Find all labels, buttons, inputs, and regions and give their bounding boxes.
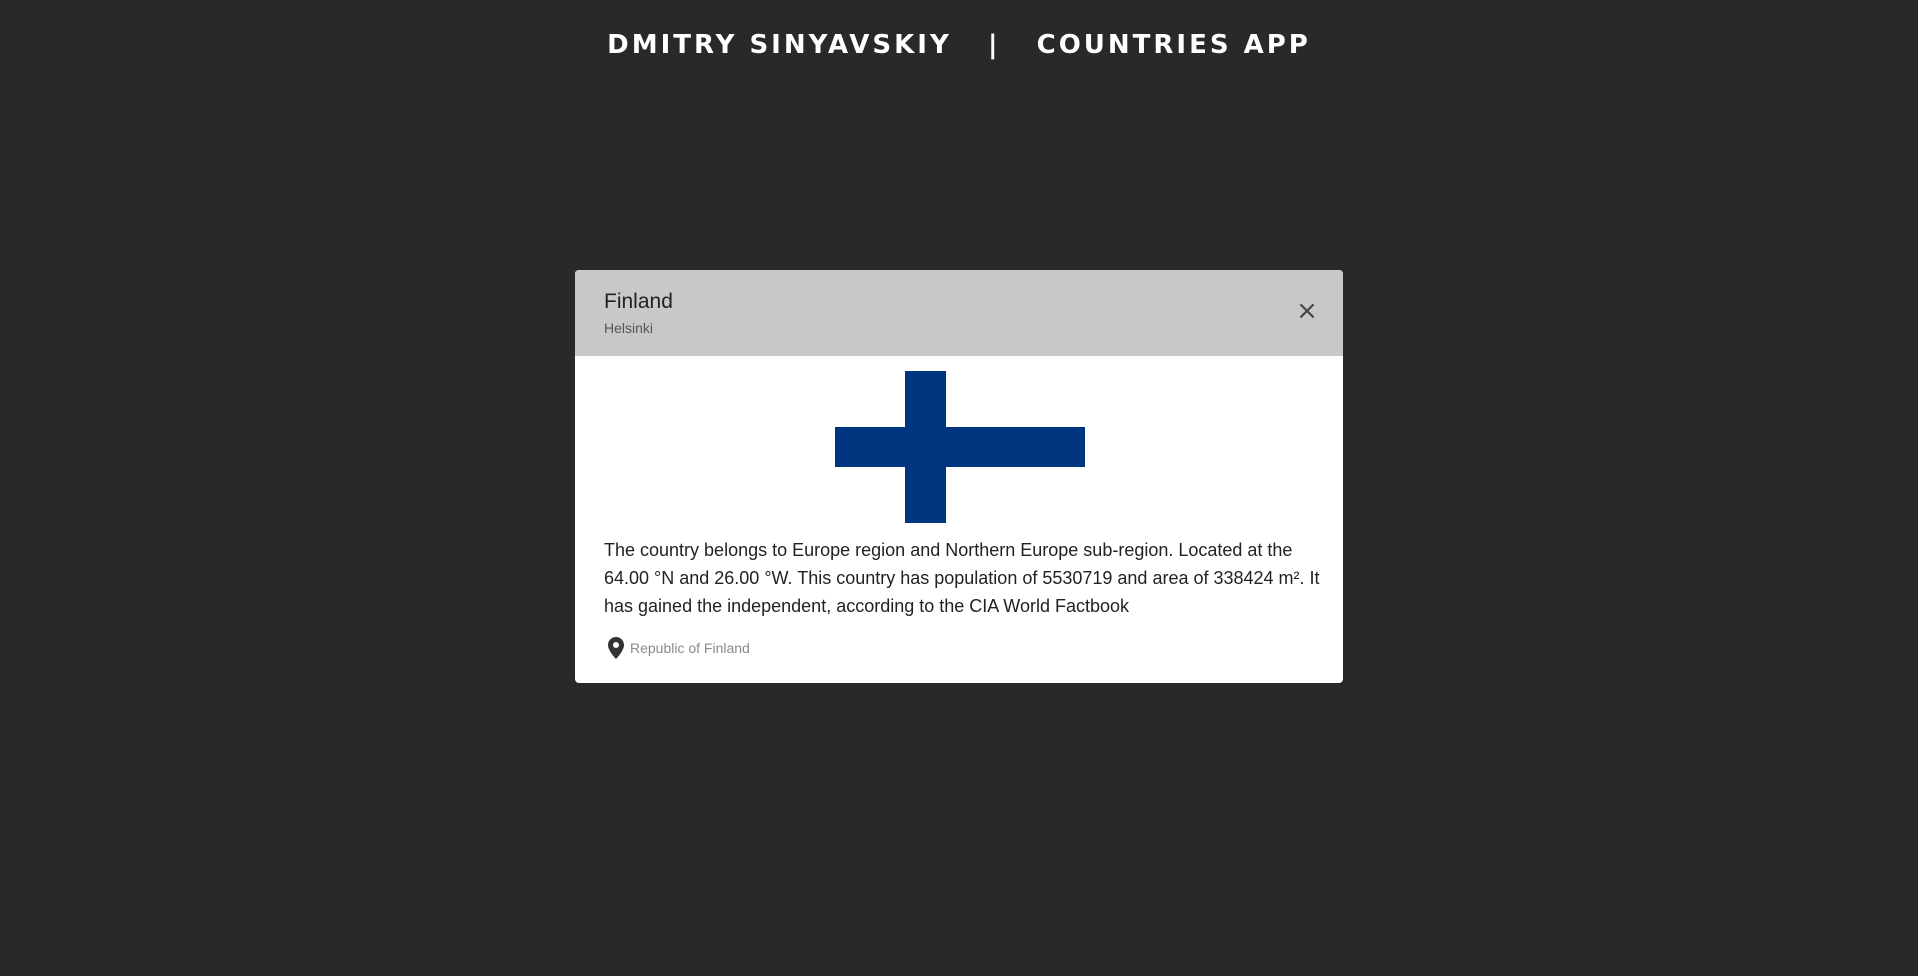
country-name: Finland bbox=[604, 290, 673, 313]
country-capital: Helsinki bbox=[604, 320, 654, 336]
official-name: Republic of Finland bbox=[630, 640, 750, 656]
country-modal: Finland Helsinki × The country belongs t… bbox=[575, 270, 1343, 683]
finland-flag-image bbox=[835, 371, 1085, 523]
close-button[interactable]: × bbox=[1293, 297, 1321, 325]
country-flag bbox=[835, 371, 1085, 523]
map-pin-icon bbox=[608, 637, 624, 659]
country-description: The country belongs to Europe region and… bbox=[604, 540, 1320, 616]
official-name-row: Republic of Finland bbox=[608, 636, 750, 660]
modal-header: Finland Helsinki × bbox=[575, 270, 1343, 356]
flag-cross-horizontal bbox=[835, 427, 1085, 467]
close-icon: × bbox=[1296, 296, 1318, 326]
